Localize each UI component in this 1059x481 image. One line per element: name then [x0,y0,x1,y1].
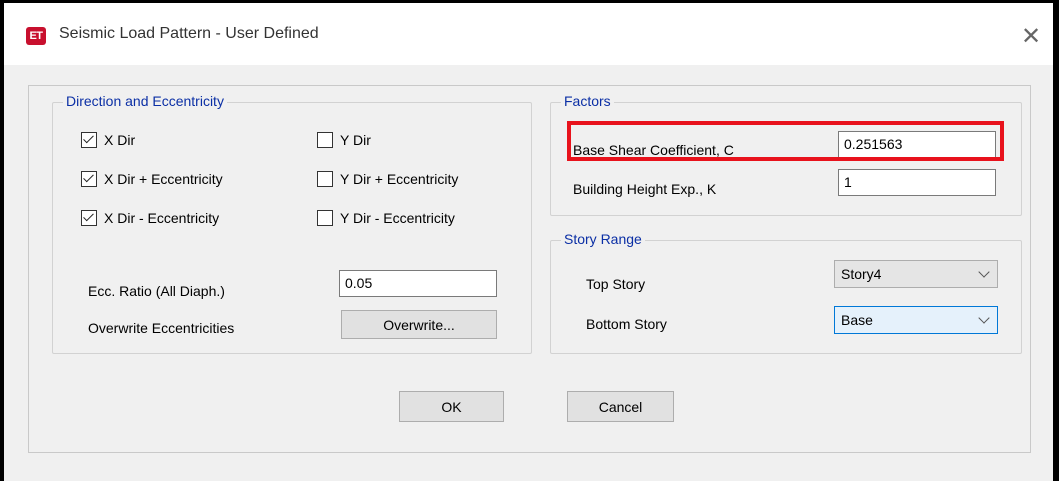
base-shear-highlight-box [567,121,1004,161]
window-title: Seismic Load Pattern - User Defined [59,25,319,42]
bottom-story-dropdown[interactable]: Base [834,306,998,334]
x-dir-minus-ecc-label: X Dir - Eccentricity [104,210,220,226]
chevron-down-icon [978,266,990,278]
building-height-exp-label: Building Height Exp., K [573,181,717,197]
direction-group-label: Direction and Eccentricity [63,93,227,109]
bottom-story-value: Base [841,312,873,328]
factors-group-label: Factors [561,93,614,109]
top-story-value: Story4 [841,266,882,282]
window-frame-right [1053,0,1059,481]
direction-eccentricity-group: Direction and Eccentricity X Dir X Dir +… [52,93,532,354]
x-dir-plus-ecc-label: X Dir + Eccentricity [104,171,223,187]
ok-button[interactable]: OK [399,391,504,422]
y-dir-checkbox[interactable]: Y Dir [317,132,371,148]
top-story-label: Top Story [586,276,646,292]
bottom-story-label: Bottom Story [586,316,667,332]
ecc-ratio-label: Ecc. Ratio (All Diaph.) [88,283,225,299]
building-height-exp-input[interactable]: 1 [838,169,996,196]
overwrite-eccentricities-label: Overwrite Eccentricities [88,320,235,336]
chevron-down-icon [978,312,990,324]
checkbox-box[interactable] [81,171,97,187]
checkbox-box[interactable] [317,132,333,148]
x-dir-minus-ecc-checkbox[interactable]: X Dir - Eccentricity [81,210,219,226]
title-bar[interactable]: ET Seismic Load Pattern - User Defined ✕ [4,3,1053,65]
ecc-ratio-input[interactable]: 0.05 [339,270,497,297]
story-range-group-label: Story Range [561,231,645,247]
x-dir-checkbox[interactable]: X Dir [81,132,135,148]
checkbox-box[interactable] [317,171,333,187]
etabs-app-icon: ET [26,27,46,45]
checkbox-box[interactable] [81,210,97,226]
top-story-dropdown[interactable]: Story4 [834,260,998,288]
close-icon[interactable]: ✕ [1016,21,1046,51]
y-dir-minus-ecc-checkbox[interactable]: Y Dir - Eccentricity [317,210,455,226]
cancel-button[interactable]: Cancel [567,391,674,422]
x-dir-label: X Dir [104,132,136,148]
y-dir-minus-ecc-label: Y Dir - Eccentricity [340,210,455,226]
story-range-group: Story Range Top Story Story4 Bottom Stor… [550,231,1022,354]
y-dir-label: Y Dir [340,132,371,148]
y-dir-plus-ecc-checkbox[interactable]: Y Dir + Eccentricity [317,171,458,187]
overwrite-button[interactable]: Overwrite... [341,310,497,339]
checkbox-box[interactable] [81,132,97,148]
x-dir-plus-ecc-checkbox[interactable]: X Dir + Eccentricity [81,171,223,187]
checkbox-box[interactable] [317,210,333,226]
y-dir-plus-ecc-label: Y Dir + Eccentricity [340,171,459,187]
